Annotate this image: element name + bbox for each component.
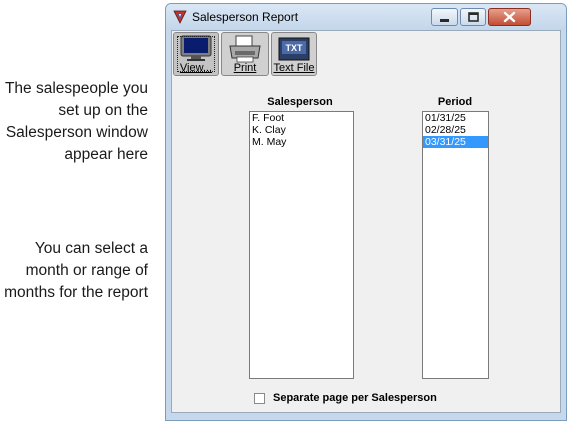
print-button[interactable]: Print — [221, 32, 269, 76]
window-title: Salesperson Report — [192, 10, 299, 24]
app-icon — [173, 10, 187, 24]
close-icon — [503, 11, 516, 23]
close-button[interactable] — [488, 8, 531, 26]
period-listbox[interactable]: 01/31/25 02/28/25 03/31/25 — [422, 111, 489, 379]
separate-page-label[interactable]: Separate page per Salesperson — [273, 392, 437, 404]
text-file-label: Text File — [273, 62, 315, 74]
print-label: Print — [233, 62, 257, 74]
list-item[interactable]: 02/28/25 — [423, 124, 488, 136]
period-header: Period — [437, 96, 473, 108]
view-button[interactable]: View... — [173, 32, 219, 76]
text-file-icon: TXT — [278, 37, 310, 61]
salesperson-listbox[interactable]: F. Foot K. Clay M. May — [249, 111, 354, 379]
title-bar[interactable]: Salesperson Report — [166, 4, 566, 30]
view-label: View... — [179, 62, 213, 74]
list-item[interactable]: K. Clay — [250, 124, 353, 136]
client-area: View... Print TXT Text File Salesperson … — [171, 30, 561, 413]
annotation-salespeople: The salespeople you set up on the Salesp… — [4, 80, 148, 163]
list-item-selected[interactable]: 03/31/25 — [423, 136, 488, 148]
annotation-period: You can select a month or range of month… — [4, 240, 148, 301]
monitor-icon — [180, 35, 212, 61]
txt-glyph: TXT — [286, 43, 304, 53]
list-item[interactable]: 01/31/25 — [423, 112, 488, 124]
list-item[interactable]: F. Foot — [250, 112, 353, 124]
separate-page-checkbox[interactable] — [254, 393, 265, 404]
list-item[interactable]: M. May — [250, 136, 353, 148]
report-window: Salesperson Report View... Print TXT Tex… — [165, 3, 567, 421]
minimize-icon — [440, 19, 449, 22]
salesperson-header: Salesperson — [267, 96, 333, 108]
maximize-button[interactable] — [460, 8, 486, 26]
maximize-icon — [468, 12, 479, 22]
printer-icon — [229, 35, 261, 63]
minimize-button[interactable] — [431, 8, 458, 26]
text-file-button[interactable]: TXT Text File — [271, 32, 317, 76]
